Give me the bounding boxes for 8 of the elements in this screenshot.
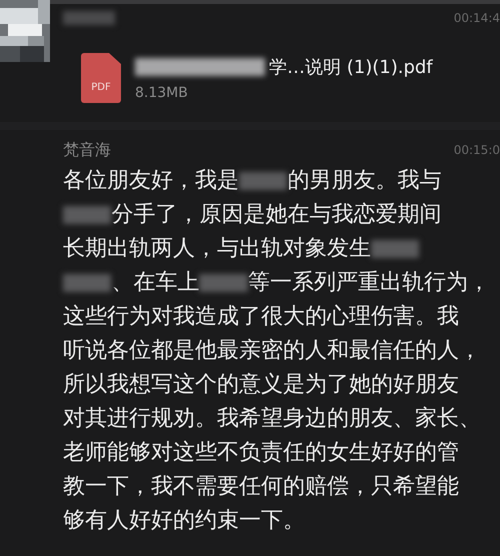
pdf-file-icon: PDF: [81, 53, 121, 103]
message-time: 00:15:0: [454, 143, 500, 157]
file-name: 学…说明 (1)(1).pdf: [135, 55, 433, 79]
file-size: 8.13MB: [135, 85, 189, 101]
sender-name: 梵音海: [63, 140, 111, 160]
file-attachment[interactable]: PDF 学…说明 (1)(1).pdf 8.13MB: [81, 46, 481, 122]
message-text: 各位朋友好，我是 的男朋友。我与 分手了，原因是她在与我恋爱期间 长期出轨两人，与出轨对象发生 、在车上 等一系列严重出轨行为， 这些行为对我造成了很大的心理伤害。我 听说各位都是他最亲密的人和最信任的人， 所以我想写这个的意义是为了她的好朋友 对其进行规劝。我希望身边的朋友、家长、 老师能够对这些不负责任的女生好好的管 教一下，我不需要任何的赔偿，只希望能 够有人好好的约束一下。: [63, 167, 491, 535]
message-time: 00:14:4: [454, 11, 500, 25]
